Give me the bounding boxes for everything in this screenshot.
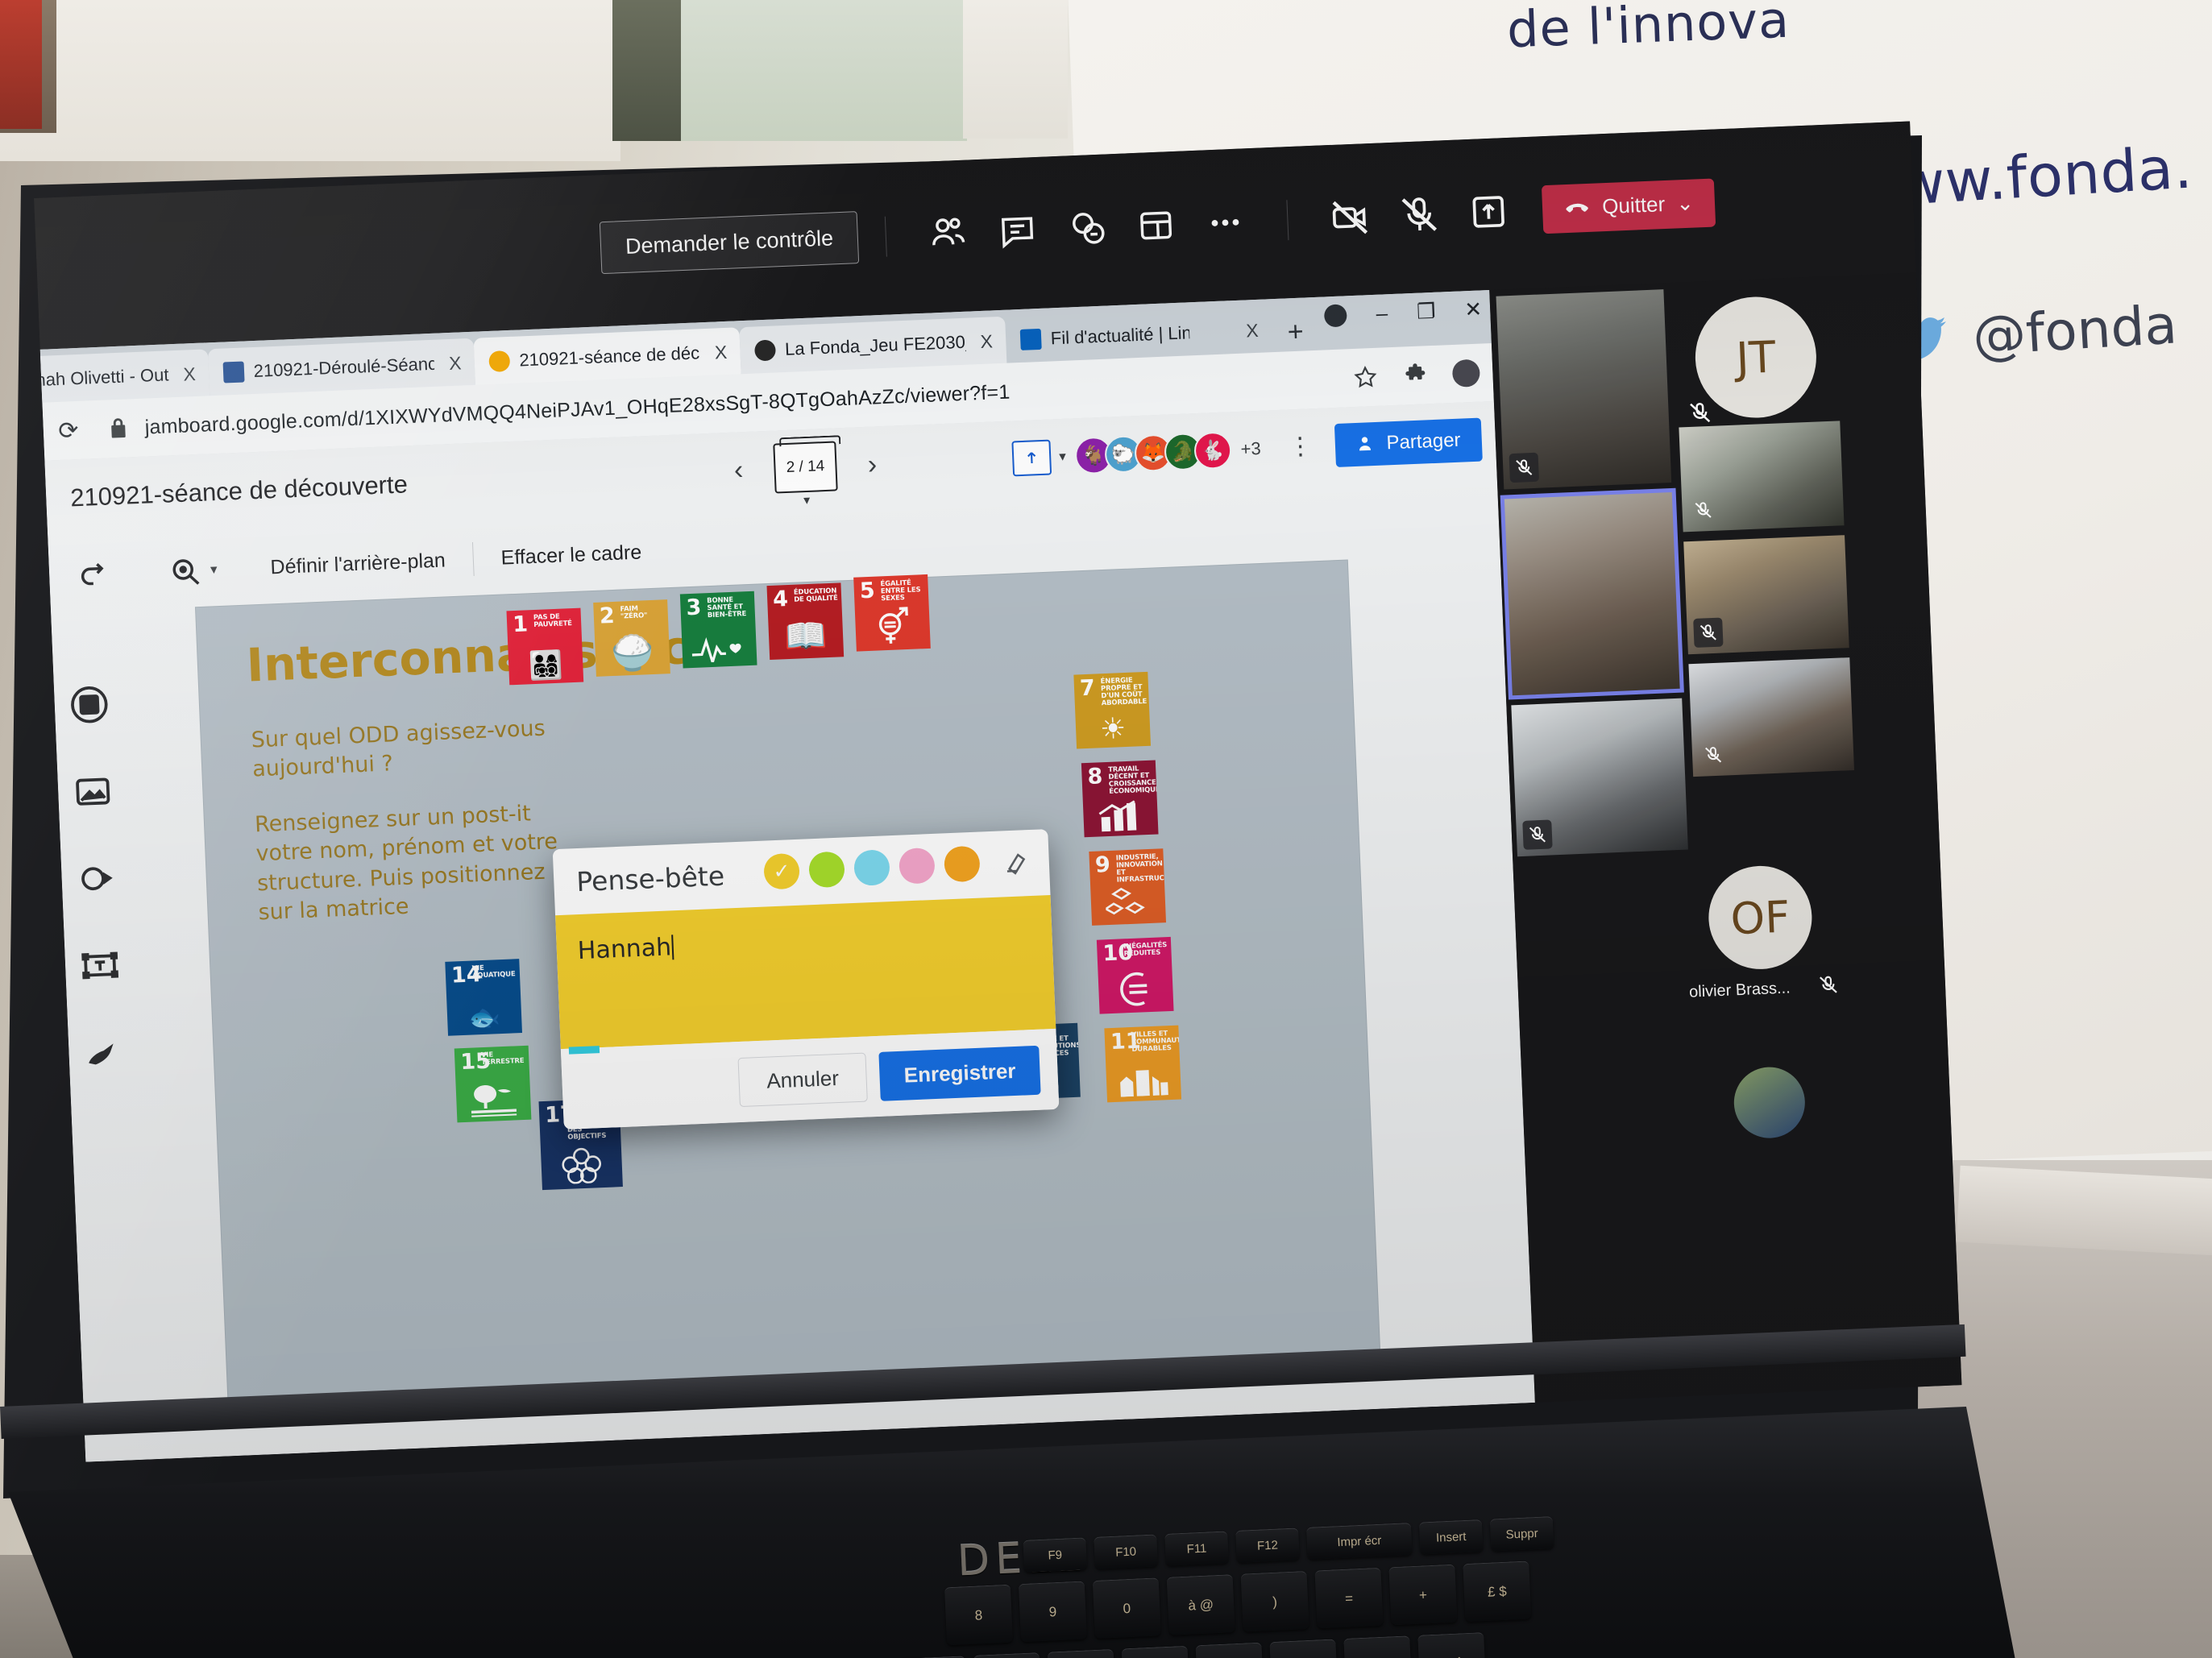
key-period[interactable]: . . [1269,1639,1338,1658]
key-o[interactable]: O [1121,1645,1190,1658]
poster-twitter-handle: @fonda [1970,293,2179,368]
key-a-grave[interactable]: à @ [1166,1574,1235,1635]
key-percent[interactable]: % ù [1417,1632,1487,1658]
key-pound[interactable]: £ $ [1463,1561,1532,1623]
keyboard-number-row: 8 9 0 à @ ) = + £ $ [944,1561,1532,1646]
bezel-sheen [3,135,1922,1498]
wall-divider [612,0,681,141]
key-0[interactable]: 0 [1092,1577,1161,1639]
key-print-screen[interactable]: Impr écr [1306,1523,1413,1560]
key-insert[interactable]: Insert [1418,1519,1484,1555]
key-f11[interactable]: F11 [1164,1531,1229,1566]
desk-edge [1956,1165,2212,1256]
key-cedilla[interactable]: ç ^ [1047,1648,1116,1658]
key-equals[interactable]: = [1314,1567,1384,1629]
key-8[interactable]: 8 [944,1584,1014,1646]
wall-green-panel [681,0,967,141]
key-pipe[interactable]: | [973,1652,1042,1658]
key-9[interactable]: 9 [1018,1581,1088,1643]
poster-headline: de l'innova [1505,0,1791,60]
key-paren-close[interactable]: ) [1240,1570,1309,1632]
key-f10[interactable]: F10 [1094,1534,1159,1569]
key-caret[interactable]: ^ [1343,1635,1413,1658]
red-wall-sign [0,0,42,129]
key-plus[interactable]: + [1388,1564,1458,1626]
key-f9[interactable]: F9 [1023,1537,1088,1573]
key-p[interactable]: P [1195,1642,1264,1658]
wall-right-panel [963,0,1068,139]
key-f12[interactable]: F12 [1235,1527,1300,1563]
key-delete[interactable]: Suppr [1489,1516,1554,1552]
laptop: Demander le contrôle [0,121,2039,1658]
